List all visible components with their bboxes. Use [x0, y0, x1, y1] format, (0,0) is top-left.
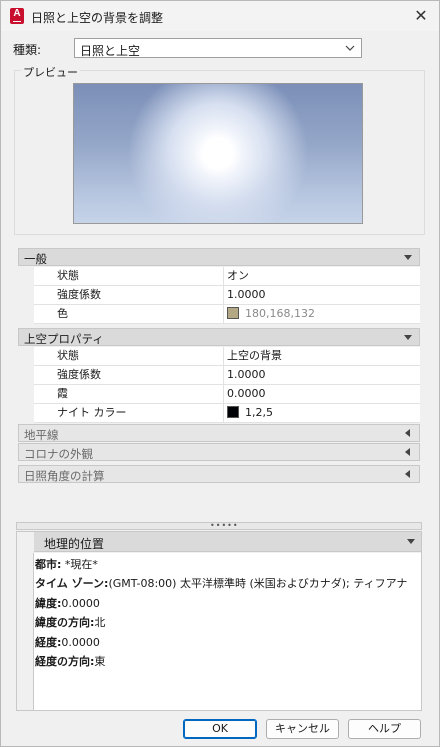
expand-arrow-icon	[405, 429, 410, 437]
geo-latitude-direction: 緯度の方向:北	[35, 616, 106, 629]
section-sky-properties-header[interactable]: 上空プロパティ	[18, 328, 420, 346]
dialog: A 日照と上空の背景を調整 ✕ 種類: 日照と上空 プレビュー 一般 状態 オン…	[0, 0, 440, 747]
chevron-down-icon	[345, 45, 355, 51]
prop-key: 色	[34, 305, 224, 324]
section-corona-title: コロナの外観	[24, 447, 93, 461]
prop-key: ナイト カラー	[34, 404, 224, 423]
geographic-location-header[interactable]: 地理的位置	[34, 532, 421, 552]
preview-label: プレビュー	[21, 64, 80, 80]
title-bar[interactable]: A 日照と上空の背景を調整 ✕	[1, 1, 439, 31]
prop-key: 霞	[34, 385, 224, 404]
type-select[interactable]: 日照と上空	[74, 38, 362, 58]
grip-icon: •••••	[210, 521, 239, 530]
expand-arrow-icon	[405, 448, 410, 456]
section-corona-header[interactable]: コロナの外観	[18, 443, 420, 461]
help-button[interactable]: ヘルプ	[348, 719, 421, 739]
prop-row-sky-state[interactable]: 状態 上空の背景	[34, 347, 420, 366]
ok-button[interactable]: OK	[183, 719, 257, 739]
prop-key: 強度係数	[34, 286, 224, 305]
section-sun-angle-title: 日照角度の計算	[24, 469, 105, 483]
geographic-location-body: 都市: *現在* タイム ゾーン:(GMT-08:00) 太平洋標準時 (米国お…	[33, 553, 421, 710]
prop-value: 0.0000	[227, 387, 266, 400]
prop-value: 1.0000	[227, 288, 266, 301]
geo-time-zone: タイム ゾーン:(GMT-08:00) 太平洋標準時 (米国およびカナダ); テ…	[35, 577, 408, 590]
prop-value: 上空の背景	[227, 349, 282, 362]
collapse-arrow-icon	[404, 255, 412, 260]
prop-row-sky-intensity[interactable]: 強度係数 1.0000	[34, 366, 420, 385]
collapse-arrow-icon	[404, 335, 412, 340]
geo-longitude-direction: 経度の方向:東	[35, 655, 106, 668]
prop-row-general-state[interactable]: 状態 オン	[34, 267, 420, 286]
cancel-button[interactable]: キャンセル	[266, 719, 339, 739]
close-icon[interactable]: ✕	[411, 6, 431, 26]
section-horizon-title: 地平線	[24, 428, 59, 442]
prop-value: オン	[227, 269, 249, 282]
type-select-value: 日照と上空	[80, 44, 141, 58]
autocad-app-icon: A	[10, 8, 24, 24]
night-color-value: 1,2,5	[245, 406, 273, 419]
color-value: 180,168,132	[245, 307, 315, 320]
prop-key: 状態	[34, 267, 224, 286]
prop-row-sky-haze[interactable]: 霞 0.0000	[34, 385, 420, 404]
prop-value-color: 180,168,132	[227, 305, 315, 324]
geographic-location-panel: 地理的位置 都市: *現在* タイム ゾーン:(GMT-08:00) 太平洋標準…	[16, 531, 422, 711]
prop-value-night-color: 1,2,5	[227, 404, 273, 423]
dialog-title: 日照と上空の背景を調整	[31, 11, 164, 25]
color-swatch	[227, 307, 239, 319]
section-general-title: 一般	[24, 252, 47, 266]
color-swatch	[227, 406, 239, 418]
prop-value: 1.0000	[227, 368, 266, 381]
type-label: 種類:	[13, 43, 42, 57]
panel-splitter[interactable]: •••••	[16, 522, 422, 530]
sky-preview-image	[73, 83, 363, 224]
collapse-arrow-icon	[407, 539, 415, 544]
prop-row-sky-night-color[interactable]: ナイト カラー 1,2,5	[34, 404, 420, 423]
section-horizon-header[interactable]: 地平線	[18, 424, 420, 442]
section-general-header[interactable]: 一般	[18, 248, 420, 266]
geo-longitude: 経度:0.0000	[35, 636, 100, 649]
expand-arrow-icon	[405, 470, 410, 478]
geo-city: 都市: *現在*	[35, 558, 98, 571]
section-sun-angle-header[interactable]: 日照角度の計算	[18, 465, 420, 483]
prop-row-general-color[interactable]: 色 180,168,132	[34, 305, 420, 324]
geographic-location-title: 地理的位置	[44, 537, 105, 551]
prop-key: 強度係数	[34, 366, 224, 385]
section-sky-properties-title: 上空プロパティ	[24, 332, 104, 346]
prop-row-general-intensity[interactable]: 強度係数 1.0000	[34, 286, 420, 305]
prop-key: 状態	[34, 347, 224, 366]
geo-latitude: 緯度:0.0000	[35, 597, 100, 610]
